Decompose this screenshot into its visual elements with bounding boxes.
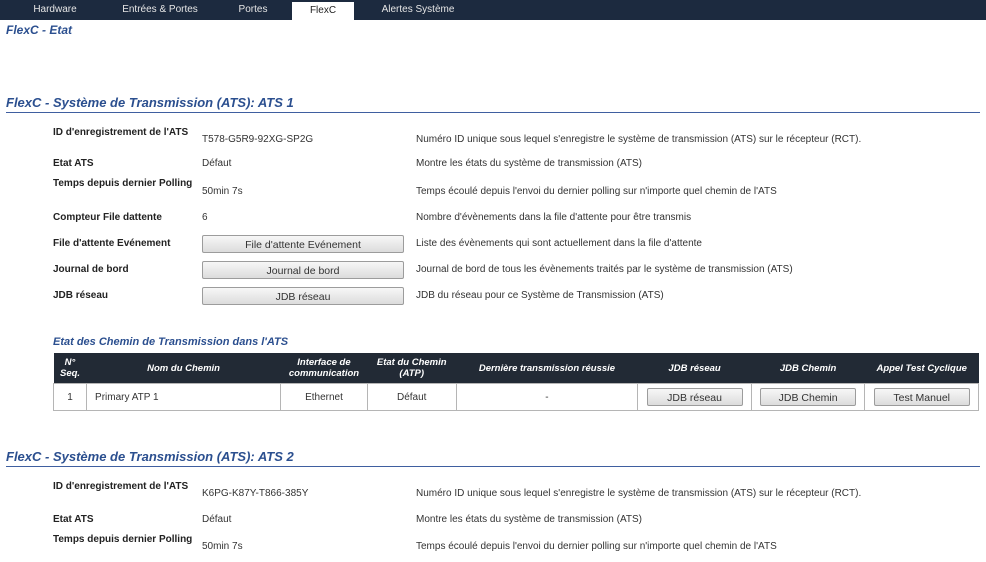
ats2-state-value: Défaut bbox=[202, 514, 232, 525]
ats2-polling-desc: Temps écoulé depuis l'envoi du dernier p… bbox=[416, 541, 777, 552]
col-interface: Interface de communication bbox=[280, 353, 368, 384]
col-path-name: Nom du Chemin bbox=[86, 353, 281, 384]
ats1-registration-id-value: T578-G5R9-92XG-SP2G bbox=[202, 134, 314, 145]
top-tab-bar: Hardware Entrées & Portes Portes FlexC A… bbox=[0, 0, 986, 20]
path-interface: Ethernet bbox=[280, 383, 368, 411]
logbook-button[interactable]: Journal de bord bbox=[202, 261, 404, 279]
ats2-registration-id-desc: Numéro ID unique sous lequel s'enregistr… bbox=[416, 488, 862, 499]
ats1-event-queue-label: File d'attente Evénement bbox=[53, 238, 171, 249]
tab-alertes-systeme[interactable]: Alertes Système bbox=[368, 0, 468, 20]
ats1-queue-count-label: Compteur File dattente bbox=[53, 212, 162, 223]
ats1-logbook-label: Journal de bord bbox=[53, 264, 129, 275]
ats1-event-queue-desc: Liste des évènements qui sont actuelleme… bbox=[416, 238, 702, 249]
path-test-cell: Test Manuel bbox=[864, 383, 979, 411]
ats1-network-log-desc: JDB du réseau pour ce Système de Transmi… bbox=[416, 290, 664, 301]
path-network-log-cell: JDB réseau bbox=[637, 383, 752, 411]
path-log-cell: JDB Chemin bbox=[750, 383, 866, 411]
col-path-log: JDB Chemin bbox=[751, 353, 865, 384]
path-state: Défaut bbox=[366, 383, 457, 411]
tab-hardware[interactable]: Hardware bbox=[20, 0, 90, 20]
tab-entrees-portes[interactable]: Entrées & Portes bbox=[110, 0, 210, 20]
ats2-polling-value: 50min 7s bbox=[202, 541, 243, 552]
ats1-queue-count-value: 6 bbox=[202, 212, 208, 223]
ats1-queue-count-desc: Nombre d'évènements dans la file d'atten… bbox=[416, 212, 692, 223]
ats1-state-desc: Montre les états du système de transmiss… bbox=[416, 158, 643, 169]
ats1-divider bbox=[6, 112, 980, 113]
path-log-button[interactable]: JDB Chemin bbox=[760, 388, 857, 406]
ats1-logbook-desc: Journal de bord de tous les évènements t… bbox=[416, 264, 793, 275]
path-network-log-button[interactable]: JDB réseau bbox=[646, 388, 743, 406]
page-title: FlexC - Etat bbox=[6, 23, 73, 37]
ats1-state-value: Défaut bbox=[202, 158, 232, 169]
ats1-registration-id-label: ID d'enregistrement de l'ATS bbox=[53, 127, 189, 138]
path-seq: 1 bbox=[52, 383, 88, 411]
ats2-polling-label: Temps depuis dernier Polling bbox=[53, 534, 193, 545]
ats2-divider bbox=[6, 466, 980, 467]
ats1-polling-value: 50min 7s bbox=[202, 186, 243, 197]
ats2-section-title: FlexC - Système de Transmission (ATS): A… bbox=[6, 449, 294, 464]
ats2-registration-id-label: ID d'enregistrement de l'ATS bbox=[53, 481, 189, 492]
network-log-button[interactable]: JDB réseau bbox=[202, 287, 404, 305]
col-last-transmission: Dernière transmission réussie bbox=[456, 353, 638, 384]
table-header-row: N° Seq. Nom du Chemin Interface de commu… bbox=[53, 353, 979, 384]
ats1-polling-label: Temps depuis dernier Polling bbox=[53, 178, 193, 189]
col-network-log: JDB réseau bbox=[637, 353, 752, 384]
paths-section-title: Etat des Chemin de Transmission dans l'A… bbox=[53, 336, 289, 348]
table-row: 1 Primary ATP 1 Ethernet Défaut - JDB ré… bbox=[52, 383, 979, 411]
manual-test-button[interactable]: Test Manuel bbox=[873, 388, 970, 406]
ats2-registration-id-value: K6PG-K87Y-T866-385Y bbox=[202, 488, 309, 499]
ats1-polling-desc: Temps écoulé depuis l'envoi du dernier p… bbox=[416, 186, 777, 197]
tab-portes[interactable]: Portes bbox=[228, 0, 278, 20]
ats2-state-label: Etat ATS bbox=[53, 514, 94, 525]
ats1-network-log-label: JDB réseau bbox=[53, 290, 109, 301]
path-last-transmission: - bbox=[455, 383, 639, 411]
event-queue-button[interactable]: File d'attente Evénement bbox=[202, 235, 404, 253]
ats1-state-label: Etat ATS bbox=[53, 158, 94, 169]
transmission-paths-table: N° Seq. Nom du Chemin Interface de commu… bbox=[52, 353, 979, 411]
tab-flexc[interactable]: FlexC bbox=[292, 2, 354, 20]
ats1-registration-id-desc: Numéro ID unique sous lequel s'enregistr… bbox=[416, 134, 862, 145]
ats1-section-title: FlexC - Système de Transmission (ATS): A… bbox=[6, 95, 294, 110]
ats2-state-desc: Montre les états du système de transmiss… bbox=[416, 514, 643, 525]
col-seq: N° Seq. bbox=[53, 353, 87, 384]
col-cyclic-test: Appel Test Cyclique bbox=[864, 353, 979, 384]
path-name: Primary ATP 1 bbox=[86, 383, 282, 411]
col-path-state: Etat du Chemin (ATP) bbox=[367, 353, 457, 384]
